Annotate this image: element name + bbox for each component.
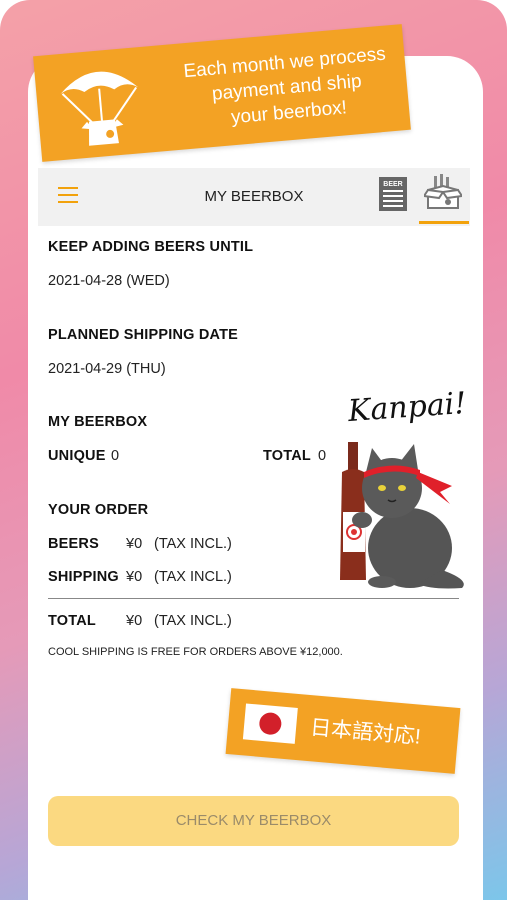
check-beerbox-button[interactable]: CHECK MY BEERBOX (48, 796, 459, 846)
cat-illustration (340, 442, 464, 589)
beers-value: ¥0 (126, 536, 143, 552)
shipping-label: SHIPPING (48, 569, 119, 585)
beerbox-icon[interactable] (424, 174, 462, 212)
beers-label: BEERS (48, 536, 99, 552)
beerbox-label: MY BEERBOX (48, 414, 148, 430)
beers-tax: (TAX INCL.) (154, 536, 232, 552)
add-until-label: KEEP ADDING BEERS UNTIL (48, 239, 254, 255)
promo-banner-text: Each month we process payment and ship y… (174, 41, 400, 135)
beer-list-icon[interactable]: BEER (378, 176, 408, 212)
total-value: ¥0 (126, 613, 143, 629)
unique-value: 0 (111, 448, 120, 464)
shipping-date-label: PLANNED SHIPPING DATE (48, 327, 239, 343)
japanese-support-text: 日本語対応! (309, 716, 422, 749)
total-label: TOTAL (48, 613, 96, 629)
app-header: MY BEERBOX BEER (38, 168, 470, 226)
shipping-value: ¥0 (126, 569, 143, 585)
divider (48, 598, 459, 599)
add-until-value: 2021-04-28 (WED) (48, 273, 170, 289)
beer-tab-label: BEER (383, 181, 402, 188)
order-label: YOUR ORDER (48, 502, 149, 518)
total-tax: (TAX INCL.) (154, 613, 232, 629)
japan-flag-icon (242, 703, 298, 744)
unique-label: UNIQUE (48, 448, 106, 464)
shipping-date-value: 2021-04-29 (THU) (48, 361, 166, 377)
shipping-tax: (TAX INCL.) (154, 569, 232, 585)
parachute-box-icon (60, 71, 139, 146)
active-tab-indicator (419, 221, 469, 224)
shipping-note: COOL SHIPPING IS FREE FOR ORDERS ABOVE ¥… (48, 646, 343, 658)
total-count-label: TOTAL (263, 448, 311, 464)
